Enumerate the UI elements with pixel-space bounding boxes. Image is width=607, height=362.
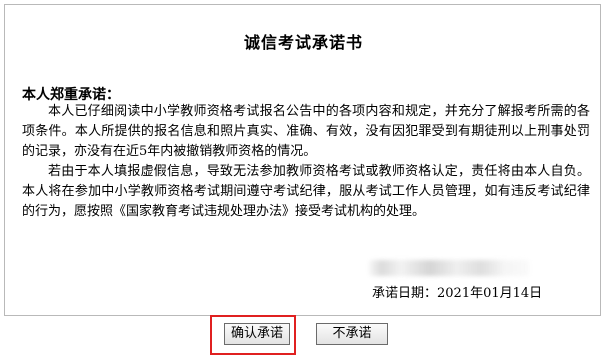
pledge-date: 承诺日期：2021年01月14日 xyxy=(372,286,543,301)
pledge-heading: 本人郑重承诺： xyxy=(22,87,120,103)
signature-name-redacted xyxy=(364,258,532,280)
decline-pledge-button[interactable]: 不承诺 xyxy=(316,323,388,345)
pledge-paragraph: 本人已仔细阅读中小学教师资格考试报名公告中的各项内容和规定，并充分了解报考所需的… xyxy=(22,104,590,159)
confirm-pledge-button[interactable]: 确认承诺 xyxy=(224,323,290,345)
page-title: 诚信考试承诺书 xyxy=(243,33,363,52)
pledge-body: 本人已仔细阅读中小学教师资格考试报名公告中的各项内容和规定，并充分了解报考所需的… xyxy=(22,102,590,222)
pledge-paragraph: 若由于本人填报虚假信息，导致无法参加教师资格考试或教师资格认定，责任将由本人自负… xyxy=(22,164,590,219)
redacted-name-blur xyxy=(369,260,529,276)
